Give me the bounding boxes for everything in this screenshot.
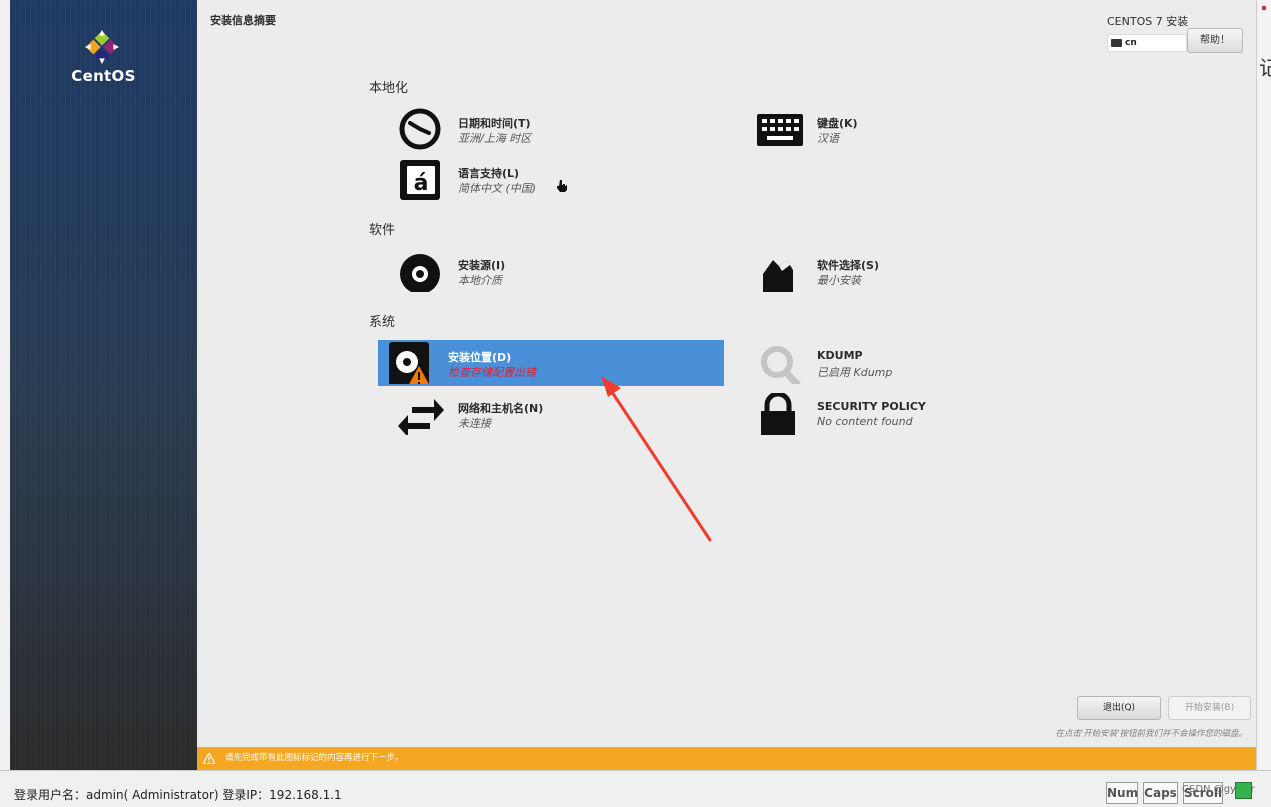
host-edge-marker: [1262, 6, 1266, 10]
begin-installation-hint: 在点击'开始安装'按钮前我们并不会操作您的磁盘。: [1055, 729, 1247, 739]
spoke-software-selection[interactable]: 软件选择(S) 最小安装: [747, 248, 1087, 294]
section-software: 软件: [369, 223, 396, 238]
search-icon: [761, 346, 801, 384]
spoke-software-label: 软件选择(S): [817, 259, 879, 272]
centos-logo-text: CentOS: [71, 67, 136, 85]
installer-window: CentOS 安装信息摘要 CENTOS 7 安装 cn 帮助！ 本地化 软件 …: [10, 0, 1256, 770]
spoke-language-status: 简体中文 (中国): [458, 182, 537, 195]
spoke-security-status: No content found: [817, 415, 913, 428]
section-localization: 本地化: [369, 81, 409, 96]
quit-button[interactable]: 退出(Q): [1077, 696, 1161, 720]
keyboard-icon: [757, 114, 803, 146]
begin-installation-button[interactable]: 开始安装(B): [1168, 696, 1251, 720]
lock-icon: [761, 393, 795, 435]
sidebar: CentOS: [10, 0, 197, 770]
host-edge-glyph: 记: [1259, 56, 1271, 80]
spoke-kdump[interactable]: KDUMP 已启用 Kdump: [747, 340, 1087, 386]
warning-icon: [203, 753, 215, 764]
section-system: 系统: [369, 315, 396, 330]
spoke-network[interactable]: 网络和主机名(N) 未连接: [388, 391, 728, 437]
spoke-installation-source[interactable]: 安装源(I) 本地介质: [388, 248, 728, 294]
package-icon: [763, 260, 793, 292]
spoke-language-label: 语言支持(L): [458, 167, 520, 180]
spoke-datetime[interactable]: 日期和时间(T) 亚洲/上海 时区: [388, 106, 728, 152]
keyboard-layout-label: cn: [1125, 38, 1137, 48]
product-title: CENTOS 7 安装: [1107, 15, 1189, 28]
num-lock-indicator: Num: [1106, 782, 1138, 804]
help-button[interactable]: 帮助！: [1187, 28, 1243, 53]
svg-text:á: á: [414, 171, 429, 196]
spoke-network-status: 未连接: [458, 417, 491, 430]
language-icon: á: [400, 160, 440, 200]
spoke-datetime-label: 日期和时间(T): [458, 117, 531, 130]
keyboard-mini-icon: [1111, 39, 1122, 47]
spoke-language[interactable]: á 语言支持(L) 简体中文 (中国): [388, 156, 728, 202]
main-panel: 安装信息摘要 CENTOS 7 安装 cn 帮助！ 本地化 软件 系统 日期和时…: [197, 0, 1256, 770]
caps-lock-indicator: Caps: [1143, 782, 1178, 804]
centos-logo-icon: [84, 29, 120, 65]
spoke-destination-status: 检查存储配置出错: [448, 366, 536, 379]
spoke-kdump-status: 已启用 Kdump: [817, 366, 893, 379]
clock-icon: [399, 108, 441, 150]
login-info: 登录用户名：admin( Administrator) 登录IP：192.168…: [14, 788, 342, 802]
spoke-destination-label: 安装位置(D): [448, 351, 512, 364]
network-status-icon: [1235, 782, 1252, 799]
spoke-keyboard[interactable]: 键盘(K) 汉语: [747, 106, 1087, 152]
host-status-bar: 登录用户名：admin( Administrator) 登录IP：192.168…: [0, 770, 1271, 807]
spoke-source-status: 本地介质: [458, 274, 502, 287]
network-arrows-icon: [398, 399, 444, 435]
keyboard-layout-indicator[interactable]: cn: [1107, 34, 1187, 52]
spoke-network-label: 网络和主机名(N): [458, 402, 544, 415]
hard-disk-warning-icon: [389, 342, 429, 384]
spoke-software-status: 最小安装: [817, 274, 861, 287]
spoke-installation-destination[interactable]: 安装位置(D) 检查存储配置出错: [378, 340, 724, 386]
hand-cursor-icon: [557, 180, 567, 192]
spoke-keyboard-status: 汉语: [817, 132, 839, 145]
spoke-security-policy[interactable]: SECURITY POLICY No content found: [747, 391, 1087, 437]
warning-bar-text: 请先完成带有此图标标记的内容再进行下一步。: [225, 753, 404, 763]
spoke-security-label: SECURITY POLICY: [817, 400, 926, 413]
spoke-keyboard-label: 键盘(K): [817, 117, 858, 130]
host-left-edge: [0, 0, 10, 770]
host-right-edge: 记: [1256, 0, 1271, 770]
page-title: 安装信息摘要: [210, 14, 276, 27]
spoke-source-label: 安装源(I): [458, 259, 506, 272]
spoke-datetime-status: 亚洲/上海 时区: [458, 132, 532, 145]
warning-bar: 请先完成带有此图标标记的内容再进行下一步。: [197, 747, 1256, 770]
disc-icon: [400, 254, 440, 292]
spoke-kdump-label: KDUMP: [817, 349, 863, 362]
